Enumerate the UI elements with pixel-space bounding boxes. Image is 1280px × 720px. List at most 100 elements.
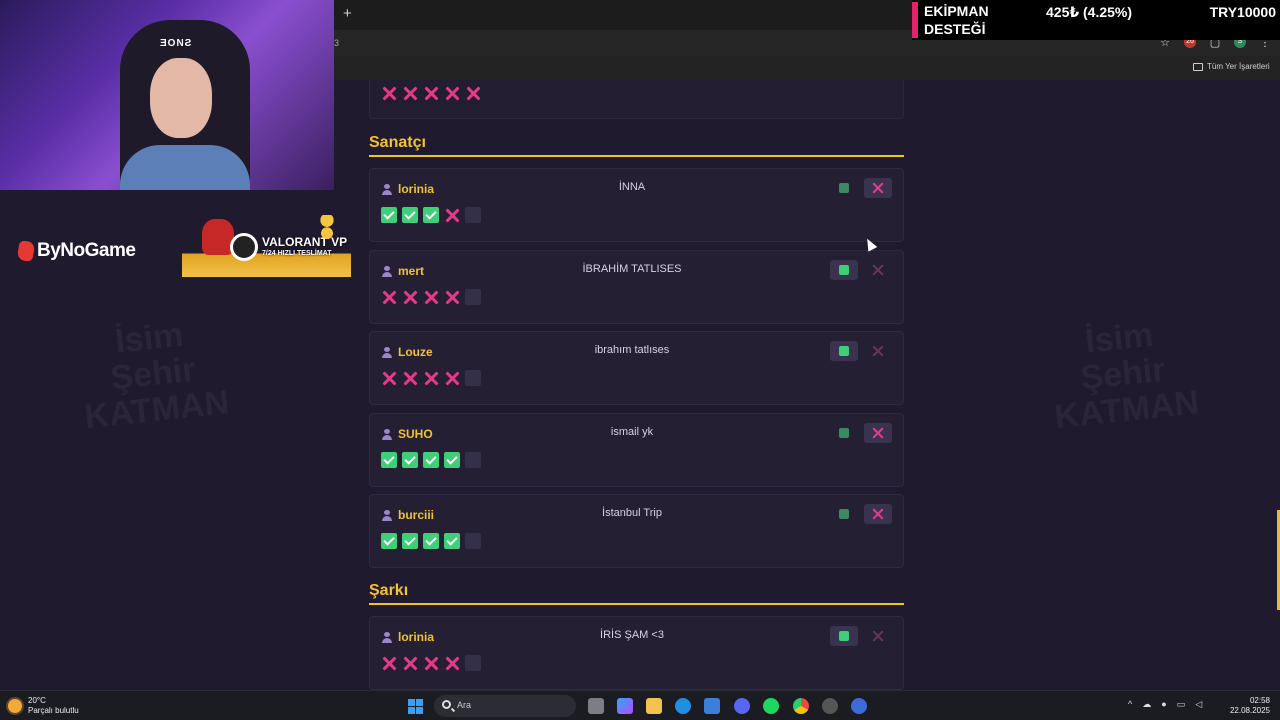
vote-cross-icon — [381, 655, 397, 671]
check-icon — [839, 509, 849, 519]
vote-check-icon — [444, 533, 460, 549]
weather-widget[interactable]: 20°C Parçalı bulutlu — [8, 696, 79, 716]
player-answer: İRİS ŞAM <3 — [600, 629, 664, 641]
accept-button[interactable] — [830, 341, 858, 361]
vote-empty-slot — [465, 289, 481, 305]
task-view-icon[interactable] — [588, 698, 604, 714]
chevron-up-icon[interactable]: ^ — [1128, 699, 1132, 710]
section-divider — [369, 155, 904, 157]
vote-cross-icon — [444, 289, 460, 305]
clock-time: 02:58 — [1249, 696, 1270, 705]
player-answer: İNNA — [618, 181, 646, 193]
vote-empty-slot — [465, 370, 481, 386]
valorant-title: VALORANT VP — [262, 235, 348, 249]
user-icon — [382, 346, 392, 358]
reject-button[interactable] — [864, 423, 892, 443]
volume-icon[interactable]: ◁ — [1195, 699, 1202, 710]
answer-card: lorinia İRİS ŞAM <3 — [369, 616, 904, 690]
weather-desc: Parçalı bulutlu — [28, 706, 79, 715]
spotify-icon[interactable] — [763, 698, 779, 714]
file-explorer-icon[interactable] — [646, 698, 662, 714]
player-answer: İBRAHİM TATLISES — [582, 263, 682, 275]
vote-row — [381, 452, 481, 468]
mic-icon[interactable]: ● — [1161, 699, 1166, 710]
player-name: Louze — [398, 345, 433, 359]
answer-card-partial — [369, 80, 904, 119]
player-name: lorinia — [398, 182, 435, 196]
reject-button[interactable] — [864, 341, 892, 361]
vote-cross-icon — [381, 370, 397, 386]
streamer-face — [150, 58, 212, 138]
user-icon — [382, 183, 392, 195]
taskbar-clock[interactable]: 02:58 22.08.2025 — [1228, 696, 1270, 716]
accept-button[interactable] — [830, 423, 858, 443]
system-tray: ^ ☁ ● ▭ ◁ — [1128, 699, 1202, 710]
search-placeholder: Ara — [457, 700, 472, 710]
vote-cross-icon — [402, 289, 418, 305]
clock-date: 22.08.2025 — [1229, 706, 1270, 715]
user-icon — [382, 265, 392, 277]
vote-cross-icon — [444, 370, 460, 386]
vote-check-icon — [381, 207, 397, 223]
vote-check-icon — [381, 533, 397, 549]
chair-logo: ƎONƧ — [160, 38, 193, 49]
bynogame-text: ByNoGame — [37, 240, 136, 261]
vote-check-icon — [402, 452, 418, 468]
donation-amount: 425₺ (4.25%) — [1046, 4, 1133, 20]
player: lorinia — [382, 630, 434, 644]
player-name: lorinia — [398, 630, 435, 644]
store-icon[interactable] — [704, 698, 720, 714]
vote-empty-slot — [465, 452, 481, 468]
vote-row — [381, 207, 481, 223]
display-icon[interactable]: ▭ — [1177, 699, 1186, 710]
weather-text: 20°C Parçalı bulutlu — [28, 696, 79, 716]
vote-cross-icon — [444, 85, 460, 101]
copilot-icon[interactable] — [617, 698, 633, 714]
weather-temp: 20°C — [28, 696, 46, 705]
section-divider — [369, 603, 904, 605]
answer-card: Louze ibrahım tatlıses — [369, 331, 904, 405]
vote-cross-icon — [402, 85, 418, 101]
valorant-subtitle: 7/24 HIZLI TESLİMAT — [262, 250, 332, 257]
section-title: Sanatçı — [369, 134, 426, 151]
cloud-icon[interactable]: ☁ — [1142, 699, 1151, 710]
windows-start-icon[interactable] — [408, 699, 423, 714]
bynogame-logo: ByNoGame — [16, 240, 136, 262]
accept-button[interactable] — [830, 504, 858, 524]
obs-icon[interactable] — [822, 698, 838, 714]
vote-row — [381, 370, 481, 386]
vote-cross-icon — [402, 370, 418, 386]
bynogame-mark-icon — [16, 241, 36, 261]
reject-button[interactable] — [864, 626, 892, 646]
accept-button[interactable] — [830, 260, 858, 280]
reject-button[interactable] — [864, 178, 892, 198]
check-icon — [839, 183, 849, 193]
answer-card: mert İBRAHİM TATLISES — [369, 250, 904, 324]
player: burciii — [382, 508, 434, 522]
accept-button[interactable] — [830, 626, 858, 646]
chrome-icon[interactable] — [793, 698, 809, 714]
player-answer: ibrahım tatlıses — [594, 344, 670, 356]
edge-browser-icon[interactable] — [675, 698, 691, 714]
valorant-vp-banner: VALORANT VP 7/24 HIZLI TESLİMAT — [182, 215, 351, 277]
vote-cross-icon — [444, 655, 460, 671]
player-answer: İstanbul Trip — [602, 507, 662, 519]
reject-button[interactable] — [864, 504, 892, 524]
check-icon — [839, 428, 849, 438]
app-icon[interactable] — [851, 698, 867, 714]
vote-check-icon — [423, 452, 439, 468]
vote-cross-icon — [444, 207, 460, 223]
new-tab-button[interactable]: + — [343, 5, 352, 22]
valorant-icon — [230, 233, 258, 261]
reject-button[interactable] — [864, 260, 892, 280]
folder-icon — [1193, 62, 1203, 71]
taskbar-search[interactable]: Ara — [434, 695, 576, 717]
vote-cross-icon — [381, 85, 397, 101]
section-title: Şarkı — [369, 582, 409, 599]
accept-button[interactable] — [830, 178, 858, 198]
player-name: SUHO — [398, 427, 433, 441]
player-name: mert — [398, 264, 425, 278]
player-name: burciii — [398, 508, 435, 522]
discord-icon[interactable] — [734, 698, 750, 714]
all-bookmarks-folder[interactable]: Tüm Yer İşaretleri — [1193, 62, 1270, 71]
